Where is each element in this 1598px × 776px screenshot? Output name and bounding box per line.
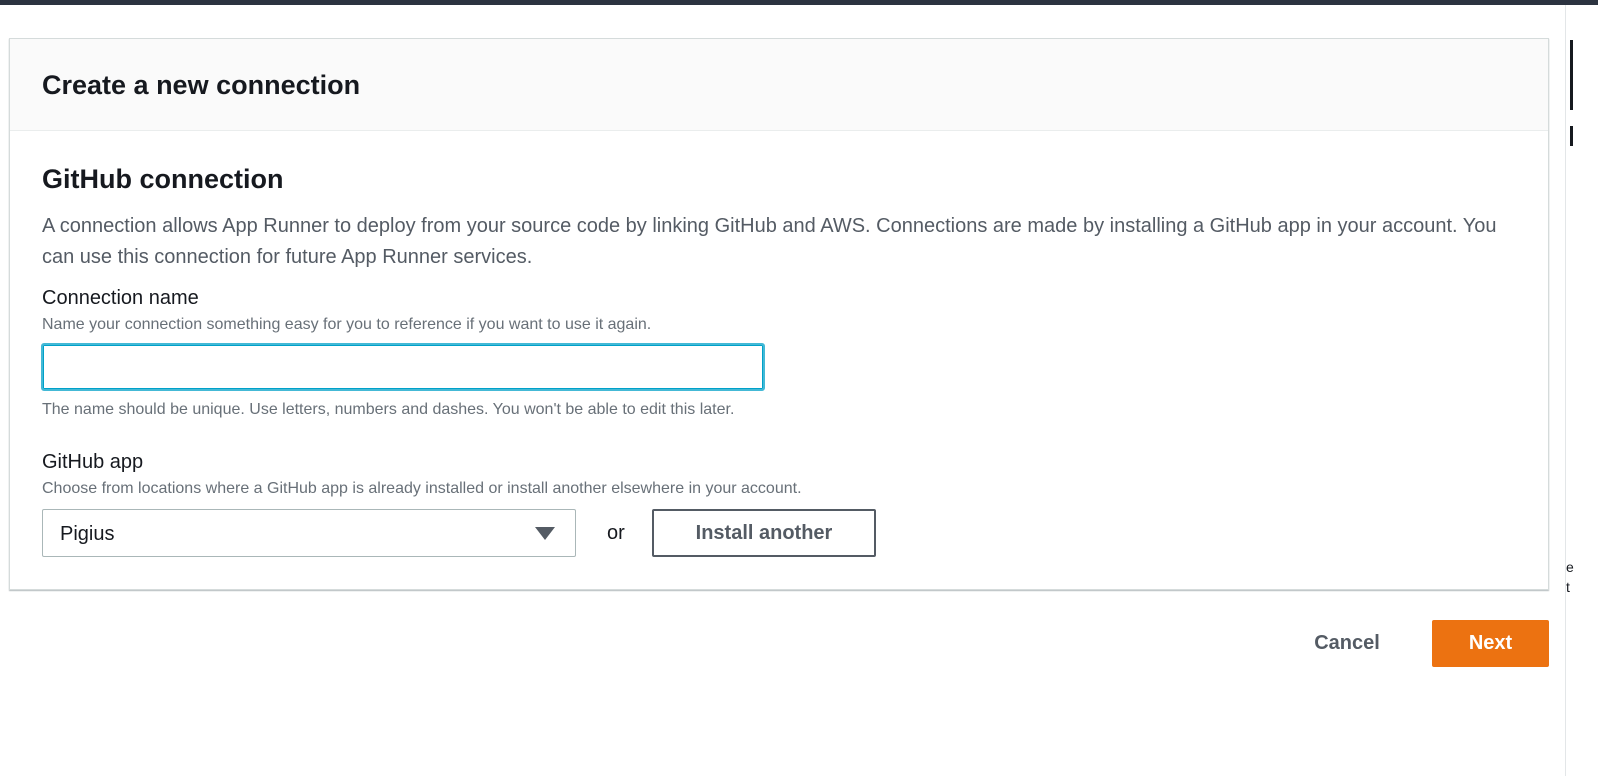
connection-name-constraint: The name should be unique. Use letters, … bbox=[42, 401, 735, 418]
github-app-hint: Choose from locations where a GitHub app… bbox=[42, 480, 802, 497]
connection-name-hint: Name your connection something easy for … bbox=[42, 316, 652, 333]
dialog-header: Create a new connection bbox=[10, 39, 1548, 131]
install-another-button[interactable]: Install another bbox=[652, 509, 876, 557]
top-bar bbox=[0, 0, 1598, 5]
github-app-label: GitHub app bbox=[42, 451, 144, 473]
background-glyph: e bbox=[1566, 559, 1574, 575]
background-mark bbox=[1570, 40, 1573, 110]
connection-name-input[interactable] bbox=[41, 343, 765, 391]
create-connection-dialog: Create a new connection GitHub connectio… bbox=[9, 38, 1549, 590]
connection-name-label: Connection name bbox=[42, 287, 199, 309]
background-mark bbox=[1570, 126, 1573, 146]
dialog-title: Create a new connection bbox=[42, 70, 361, 100]
github-app-selected-value: Pigius bbox=[60, 523, 115, 545]
section-description: A connection allows App Runner to deploy… bbox=[42, 215, 1497, 268]
next-button[interactable]: Next bbox=[1432, 620, 1549, 667]
caret-down-icon bbox=[535, 527, 555, 540]
section-title: GitHub connection bbox=[42, 164, 284, 194]
or-separator: or bbox=[607, 522, 625, 544]
cancel-button[interactable]: Cancel bbox=[1290, 620, 1404, 666]
background-glyph: t bbox=[1566, 579, 1570, 595]
background-page-edge bbox=[1565, 5, 1598, 776]
github-app-select[interactable]: Pigius bbox=[42, 509, 576, 557]
